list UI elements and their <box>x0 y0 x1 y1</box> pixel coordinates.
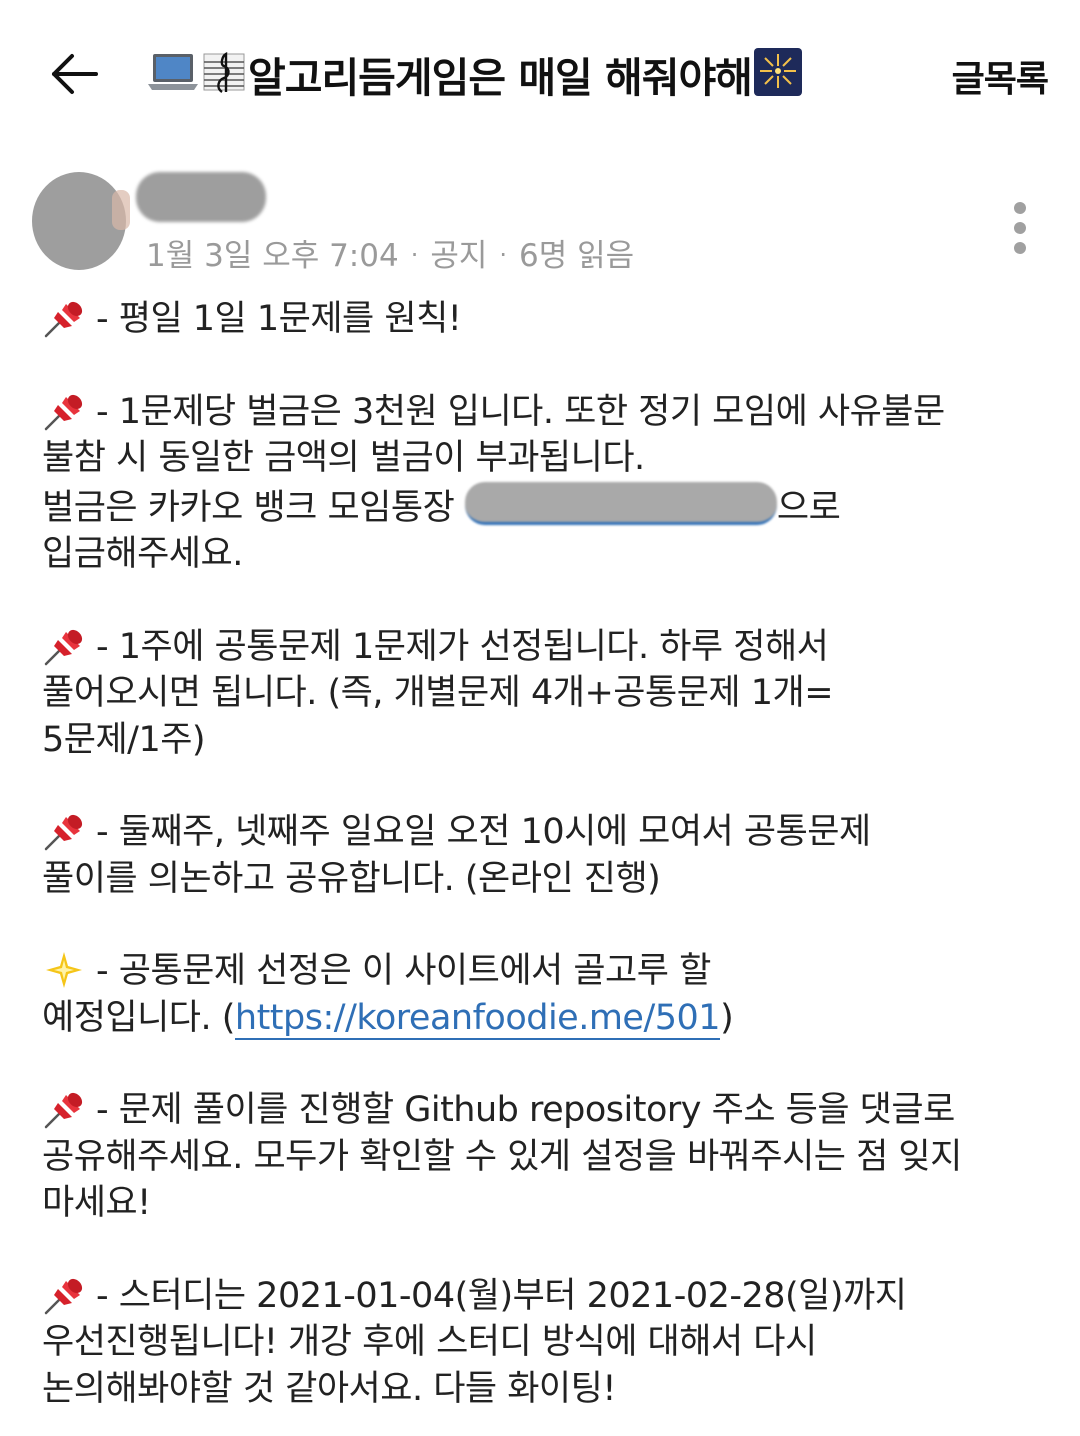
text-line: - 1주에 공통문제 1문제가 선정됩니다. 하루 정해서 <box>42 624 1052 671</box>
musical-score-icon <box>200 48 248 100</box>
paragraph-common-problem: - 1주에 공통문제 1문제가 선정됩니다. 하루 정해서 풀어오시면 됩니다.… <box>42 624 1052 764</box>
paragraph-text: - 문제 풀이를 진행할 Github repository 주소 등을 댓글로 <box>96 1090 955 1130</box>
pushpin-icon <box>44 1092 83 1129</box>
post-list-button[interactable]: 글목록 <box>952 50 1049 102</box>
more-options-button[interactable] <box>1008 202 1032 258</box>
back-arrow-button[interactable] <box>44 44 104 104</box>
text-line: 마세요! <box>42 1183 151 1223</box>
paragraph-schedule: - 스터디는 2021-01-04(월)부터 2021-02-28(일)까지 우… <box>42 1273 1052 1413</box>
author-name-redacted[interactable] <box>136 172 266 222</box>
more-dot-icon <box>1014 242 1026 254</box>
pushpin-icon <box>44 394 83 430</box>
more-dot-icon <box>1014 202 1026 214</box>
post-meta: 1월 3일 오후 7:04 · 공지 · 6명 읽음 <box>146 230 634 275</box>
meta-separator: · <box>499 241 508 269</box>
paragraph-text: - 평일 1일 1문제를 원칙! <box>96 299 462 339</box>
laptop-icon <box>146 50 200 98</box>
post-author-row: 1월 3일 오후 7:04 · 공지 · 6명 읽음 <box>0 160 1080 280</box>
text-line: 공유해주세요. 모두가 확인할 수 있게 설정을 바꿔주시는 점 잊지 <box>42 1136 962 1177</box>
page-title-group: 알고리듬게임은 매일 해줘야해 <box>146 44 804 104</box>
text-line: - 문제 풀이를 진행할 Github repository 주소 등을 댓글로 <box>42 1087 1052 1134</box>
pushpin-icon <box>44 301 83 338</box>
pushpin-icon <box>44 1278 83 1314</box>
meta-separator: · <box>410 241 419 269</box>
pushpin-icon <box>44 629 83 665</box>
paragraph-text: 벌금은 카카오 뱅크 모임통장 <box>42 487 455 528</box>
paragraph-text: - 공통문제 선정은 이 사이트에서 골고루 할 <box>96 951 711 991</box>
post-body: - 평일 1일 1문제를 원칙! - 1문제당 벌금은 3천원 입니다. 또한 … <box>42 296 1052 1412</box>
view-count: 6명 읽음 <box>519 238 635 274</box>
text-line: - 평일 1일 1문제를 원칙! <box>42 296 1052 343</box>
text-line: 논의해봐야할 것 같아서요. 다들 화이팅! <box>42 1368 616 1409</box>
paragraph-text: - 1주에 공통문제 1문제가 선정됩니다. 하루 정해서 <box>96 626 829 667</box>
text-line: 입금해주세요. <box>42 534 243 574</box>
paragraph-text: 으로 <box>776 487 841 528</box>
more-dot-icon <box>1014 222 1026 234</box>
paragraph-rule-daily: - 평일 1일 1문제를 원칙! <box>42 296 1052 343</box>
paragraph-github: - 문제 풀이를 진행할 Github repository 주소 등을 댓글로… <box>42 1087 1052 1227</box>
paragraph-text: - 스터디는 2021-01-04(월)부터 2021-02-28(일)까지 <box>96 1275 907 1316</box>
pushpin-icon <box>44 814 83 851</box>
text-line: 풀어오시면 됩니다. (즉, 개별문제 4개+공통문제 1개= <box>42 673 834 713</box>
top-app-bar: 알고리듬게임은 매일 해줘야해 글목록 <box>0 0 1080 150</box>
text-line: - 1문제당 벌금은 3천원 입니다. 또한 정기 모임에 사유불문 <box>42 389 1052 436</box>
text-line: 예정입니다. (https://koreanfoodie.me/501) <box>42 995 1052 1042</box>
paragraph-text: ) <box>720 997 734 1038</box>
text-line: 풀이를 의논하고 공유합니다. (온라인 진행) <box>42 858 661 899</box>
avatar[interactable] <box>32 172 130 270</box>
page-title: 알고리듬게임은 매일 해줘야해 <box>248 54 753 102</box>
text-line: 우선진행됩니다! 개강 후에 스터디 방식에 대해서 다시 <box>42 1322 817 1362</box>
text-line: 5문제/1주) <box>42 719 206 760</box>
paragraph-text: - 둘째주, 넷째주 일요일 오전 10시에 모여서 공통문제 <box>96 812 871 852</box>
text-line: 불참 시 동일한 금액의 벌금이 부과됩니다. <box>42 438 645 478</box>
paragraph-fine: - 1문제당 벌금은 3천원 입니다. 또한 정기 모임에 사유불문 불참 시 … <box>42 389 1052 578</box>
paragraph-site: - 공통문제 선정은 이 사이트에서 골고루 할 예정입니다. (https:/… <box>42 948 1052 1041</box>
text-line: - 둘째주, 넷째주 일요일 오전 10시에 모여서 공통문제 <box>42 809 1052 856</box>
paragraph-text: - 1문제당 벌금은 3천원 입니다. 또한 정기 모임에 사유불문 <box>96 391 945 432</box>
post-type-label: 공지 <box>430 238 488 274</box>
back-arrow-icon <box>52 54 98 94</box>
paragraph-meeting: - 둘째주, 넷째주 일요일 오전 10시에 모여서 공통문제 풀이를 의논하고… <box>42 809 1052 902</box>
post-date: 1월 3일 오후 7:04 <box>146 238 399 274</box>
fireworks-icon <box>752 46 804 102</box>
sparkle-star-icon <box>46 952 82 988</box>
paragraph-text: 예정입니다. ( <box>42 997 235 1038</box>
text-line: - 스터디는 2021-01-04(월)부터 2021-02-28(일)까지 <box>42 1273 1052 1320</box>
text-line: 벌금은 카카오 뱅크 모임통장 으로 <box>42 481 1052 532</box>
text-line: - 공통문제 선정은 이 사이트에서 골고루 할 <box>42 948 1052 995</box>
account-number-redacted-link[interactable] <box>464 481 777 525</box>
site-link[interactable]: https://koreanfoodie.me/501 <box>234 997 721 1040</box>
